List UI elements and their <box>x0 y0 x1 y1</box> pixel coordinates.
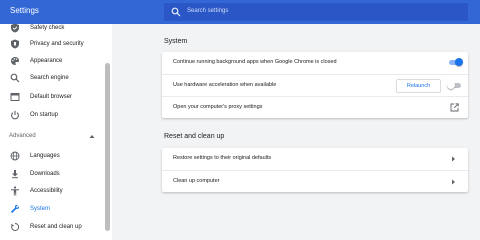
top-bar: Settings Search settings <box>0 0 480 24</box>
download-icon <box>12 170 18 179</box>
toggle-knob <box>455 58 463 66</box>
background-apps-toggle[interactable] <box>449 58 463 66</box>
background-apps-row[interactable]: Continue running background apps when Go… <box>162 52 468 74</box>
row-label: Open your computer's proxy settings <box>173 104 263 110</box>
row-label: Clean up computer <box>173 178 220 184</box>
search-placeholder: Search settings <box>187 8 229 14</box>
search-icon <box>171 7 181 17</box>
system-card: Continue running background apps when Go… <box>162 52 468 118</box>
sidebar-item-label: Search engine <box>30 75 69 81</box>
sidebar-item-accessibility[interactable]: Accessibility <box>0 181 104 201</box>
sidebar-item-on-startup[interactable]: On startup <box>0 105 104 125</box>
palette-icon <box>11 57 19 65</box>
sidebar-item-label: Downloads <box>30 171 60 177</box>
row-label: Restore settings to their original defau… <box>173 155 272 161</box>
restore-defaults-row[interactable]: Restore settings to their original defau… <box>162 148 468 170</box>
reset-card: Restore settings to their original defau… <box>162 148 468 192</box>
relaunch-button[interactable]: Relaunch <box>396 79 441 93</box>
arrow-right-icon <box>452 156 455 162</box>
sidebar-scrollbar[interactable] <box>105 63 110 231</box>
sidebar-item-reset[interactable]: Reset and clean up <box>0 217 104 237</box>
search-icon <box>10 73 20 83</box>
page-title: Settings <box>10 6 39 15</box>
browser-window-icon <box>10 93 20 101</box>
sidebar-item-label: System <box>30 206 51 212</box>
globe-icon <box>10 151 20 161</box>
sidebar-item-label: Accessibility <box>30 188 63 194</box>
row-label: Use hardware acceleration when available <box>173 82 277 88</box>
power-icon <box>11 110 19 120</box>
wrench-icon <box>11 204 19 213</box>
external-link-icon[interactable] <box>450 103 459 112</box>
sidebar-item-label: Privacy and security <box>30 41 84 47</box>
sidebar-item-default-browser[interactable]: Default browser <box>0 87 104 107</box>
search-input[interactable]: Search settings <box>164 3 468 21</box>
advanced-section-toggle[interactable]: Advanced <box>9 133 36 139</box>
reset-section-title: Reset and clean up <box>164 133 225 140</box>
shield-icon <box>11 24 19 33</box>
hardware-acceleration-toggle[interactable] <box>447 81 461 89</box>
sidebar-item-search-engine[interactable]: Search engine <box>0 68 104 88</box>
sidebar-item-label: Languages <box>30 153 60 159</box>
sidebar-item-label: Appearance <box>30 58 63 64</box>
sidebar: Safety check Privacy and security Appear… <box>0 24 112 240</box>
system-section-title: System <box>164 38 188 45</box>
hardware-acceleration-row[interactable]: Use hardware acceleration when available… <box>162 74 468 96</box>
reset-icon <box>11 222 20 231</box>
privacy-shield-icon <box>11 39 19 49</box>
sidebar-item-system[interactable]: System <box>0 199 104 219</box>
clean-up-computer-row[interactable]: Clean up computer <box>162 170 468 192</box>
chevron-up-icon[interactable] <box>89 134 95 139</box>
row-label: Continue running background apps when Go… <box>173 59 337 65</box>
arrow-right-icon <box>452 179 455 185</box>
accessibility-icon <box>11 186 19 196</box>
sidebar-item-label: Reset and clean up <box>30 224 82 230</box>
sidebar-item-label: On startup <box>30 112 59 118</box>
proxy-settings-row[interactable]: Open your computer's proxy settings <box>162 96 468 118</box>
toggle-knob <box>447 81 455 89</box>
sidebar-item-label: Default browser <box>30 94 73 100</box>
sidebar-item-label: Safety check <box>30 25 65 31</box>
sidebar-item-languages[interactable]: Languages <box>0 146 104 166</box>
